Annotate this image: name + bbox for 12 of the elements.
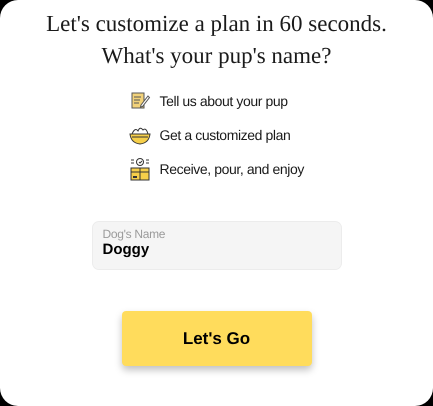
heading-line: Let's customize a plan in 60 seconds. [46, 10, 387, 38]
lets-go-button[interactable]: Let's Go [122, 311, 312, 366]
field-label: Dog's Name [102, 227, 166, 241]
step-text: Tell us about your pup [160, 92, 288, 111]
step-text: Receive, pour, and enjoy [160, 160, 304, 179]
salad-bowl-icon [129, 128, 150, 144]
input-field[interactable]: Dog's Name Doggy [92, 221, 342, 270]
name-input[interactable]: Doggy [102, 241, 330, 259]
box-with-clock-icon [130, 158, 149, 180]
notepad-icon [131, 92, 150, 108]
step-text: Get a customized plan [160, 126, 290, 145]
heading-line: What's your pup's name? [102, 42, 332, 70]
